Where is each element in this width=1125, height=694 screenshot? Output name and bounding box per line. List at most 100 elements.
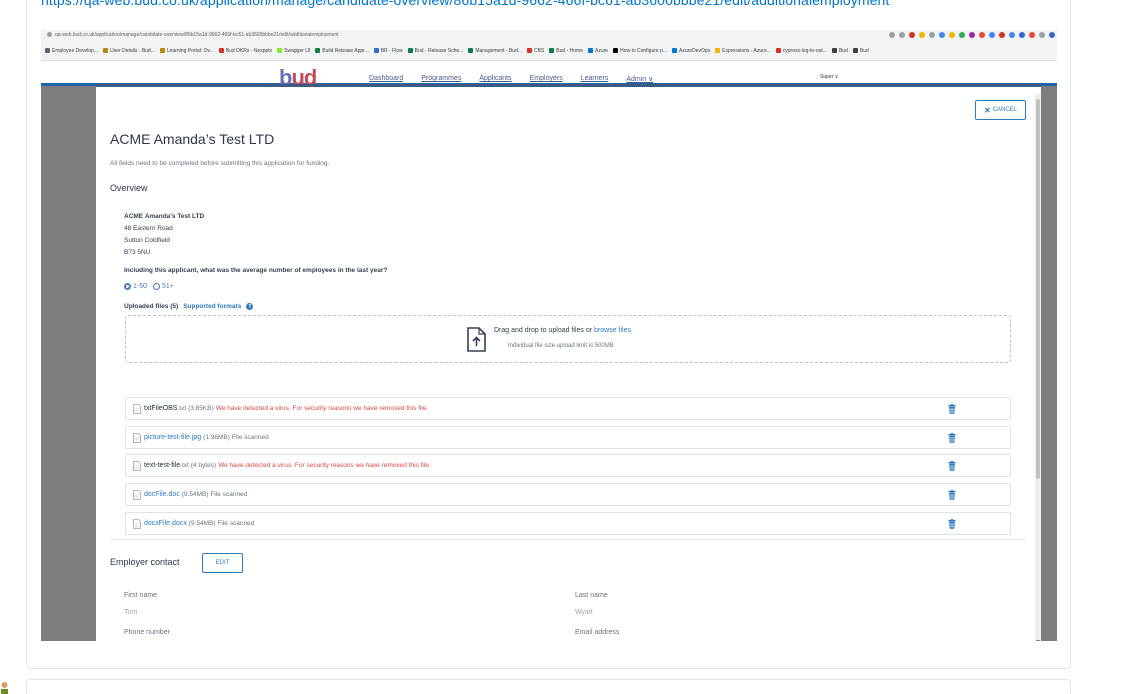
- nav-applicants[interactable]: Applicants: [479, 75, 511, 83]
- nav-programmes[interactable]: Programmes: [421, 75, 461, 83]
- bookmark-item[interactable]: How to Configure p...: [613, 48, 667, 54]
- file-size: (9.54MB): [181, 491, 209, 498]
- page-title: ACME Amanda’s Test LTD: [110, 131, 275, 147]
- bookmark-label: CBS: [534, 48, 545, 54]
- nav-learners[interactable]: Learners: [581, 75, 609, 83]
- bookmark-label: Bud - Home: [556, 48, 583, 54]
- trash-icon[interactable]: [948, 490, 956, 500]
- radio-51-plus[interactable]: 51+: [153, 283, 174, 290]
- bookmark-item[interactable]: Management - Bud...: [468, 48, 522, 54]
- extension-icon[interactable]: [919, 32, 925, 38]
- extension-icon[interactable]: [1049, 32, 1055, 38]
- scrollbar-thumb[interactable]: [1036, 99, 1040, 479]
- bookmark-label: Employee Develop...: [52, 48, 99, 54]
- file-name[interactable]: docxFile.docx: [144, 520, 187, 527]
- screenshot-url-link[interactable]: https://qa-web.bud.co.uk/application/man…: [41, 0, 889, 8]
- trash-icon[interactable]: [948, 404, 956, 414]
- bookmark-label: Learning Portal: Ov...: [166, 48, 214, 54]
- file-size: (1.96MB): [203, 434, 230, 441]
- trash-icon[interactable]: [948, 433, 956, 443]
- extension-icon[interactable]: [889, 32, 895, 38]
- file-name[interactable]: picture-test-file.jpg: [144, 434, 201, 441]
- file-status: File scanned: [217, 520, 255, 527]
- edit-contact-button[interactable]: EDIT: [202, 553, 243, 573]
- extension-icon[interactable]: [939, 32, 945, 38]
- nav-dashboard[interactable]: Dashboard: [369, 75, 403, 83]
- bookmark-icon: [549, 48, 555, 54]
- bookmark-item[interactable]: cypress-log-to-out...: [775, 48, 827, 54]
- file-size: (3.85KB): [188, 405, 214, 412]
- file-dropzone[interactable]: Drag and drop to upload files or browse …: [125, 315, 1011, 363]
- user-avatar[interactable]: [0, 681, 9, 694]
- bookmark-label: Swagger UI: [284, 48, 311, 54]
- bookmark-item[interactable]: AzureDevOps: [672, 48, 710, 54]
- bookmark-item[interactable]: Employee Develop...: [45, 48, 98, 54]
- extension-icon[interactable]: [1009, 32, 1015, 38]
- file-info: docxFile.docx (9.54MB) File scanned: [144, 520, 254, 527]
- app-navbar: bud Dashboard Programmes Applicants Empl…: [41, 61, 1057, 90]
- bookmark-item[interactable]: Expressions - Azure...: [715, 48, 771, 54]
- bookmark-item[interactable]: Learning Portal: Ov...: [159, 48, 214, 54]
- company-name: ACME Amanda's Test LTD: [124, 213, 205, 220]
- extension-icon[interactable]: [929, 32, 935, 38]
- modal-scrollbar[interactable]: [1035, 93, 1041, 641]
- cancel-button[interactable]: ✕ CANCEL: [975, 100, 1026, 120]
- bookmark-item[interactable]: CBS: [527, 48, 544, 54]
- file-extension: .txt: [180, 462, 189, 469]
- company-details: ACME Amanda's Test LTD 48 Eastern Road S…: [124, 211, 204, 259]
- address-bar[interactable]: qa-web.bud.co.uk/application/manage/cand…: [47, 32, 339, 38]
- bookmark-item[interactable]: Bud: [852, 48, 869, 54]
- bookmark-label: Bud - Release Sche...: [414, 48, 464, 54]
- user-menu[interactable]: Super ∨: [820, 74, 838, 80]
- upload-file-icon: [467, 327, 486, 352]
- extension-icon[interactable]: [909, 32, 915, 38]
- extension-icon[interactable]: [1019, 32, 1025, 38]
- nav-links: Dashboard Programmes Applicants Employer…: [369, 75, 653, 83]
- last-name-value: Wyatt: [575, 609, 593, 616]
- first-name-value: Tom: [124, 609, 138, 616]
- extension-icon[interactable]: [959, 32, 965, 38]
- extension-icon[interactable]: [969, 32, 975, 38]
- trash-icon[interactable]: [948, 519, 956, 529]
- bookmark-item[interactable]: Bud - Release Sche...: [407, 48, 464, 54]
- extension-icons: [889, 32, 1055, 38]
- bookmark-item[interactable]: Bud: [831, 48, 848, 54]
- nav-employers[interactable]: Employers: [530, 75, 563, 83]
- bookmark-item[interactable]: User Details - Bud...: [103, 48, 155, 54]
- close-icon: ✕: [983, 105, 991, 115]
- file-name[interactable]: docFile.doc: [144, 491, 180, 498]
- extension-icon[interactable]: [899, 32, 905, 38]
- browser-chrome: qa-web.bud.co.uk/application/manage/cand…: [41, 30, 1057, 61]
- bookmark-icon: [468, 48, 474, 54]
- help-icon[interactable]: ?: [246, 303, 254, 310]
- dropzone-text: Drag and drop to upload files or browse …: [494, 327, 631, 334]
- radio-1-50[interactable]: 1-50: [124, 283, 147, 290]
- trash-icon[interactable]: [948, 461, 956, 471]
- scroll-down-arrow-icon[interactable]: [1036, 640, 1040, 641]
- bookmark-item[interactable]: Build Release Appr...: [315, 48, 369, 54]
- bookmark-item[interactable]: Swagger UI: [277, 48, 310, 54]
- file-status: File scanned: [231, 434, 269, 441]
- extension-icon[interactable]: [1029, 32, 1035, 38]
- bookmark-item[interactable]: Bud - Home: [549, 48, 583, 54]
- bookmark-item[interactable]: Bud OKRs - Nexpptx: [218, 48, 272, 54]
- bookmark-label: cypress-log-to-out...: [782, 48, 827, 54]
- supported-formats-link[interactable]: Supported formats: [183, 303, 241, 310]
- extension-icon[interactable]: [999, 32, 1005, 38]
- bookmark-label: Expressions - Azure...: [722, 48, 771, 54]
- bookmark-item[interactable]: Azure: [587, 48, 608, 54]
- extension-icon[interactable]: [989, 32, 995, 38]
- file-row: docxFile.docx (9.54MB) File scanned: [125, 512, 1011, 535]
- bookmark-item[interactable]: BR - Flow: [373, 48, 403, 54]
- phone-number-label: Phone number: [124, 629, 170, 636]
- bookmark-label: Bud: [859, 48, 869, 54]
- extension-icon[interactable]: [979, 32, 985, 38]
- overview-heading: Overview: [110, 183, 148, 193]
- bookmark-icon: [831, 48, 837, 54]
- bookmark-icon: [715, 48, 721, 54]
- extension-icon[interactable]: [1039, 32, 1045, 38]
- browse-files-link[interactable]: browse files: [594, 327, 631, 334]
- extension-icon[interactable]: [949, 32, 955, 38]
- file-icon: [133, 519, 141, 529]
- nav-admin[interactable]: Admin ∨: [626, 75, 653, 83]
